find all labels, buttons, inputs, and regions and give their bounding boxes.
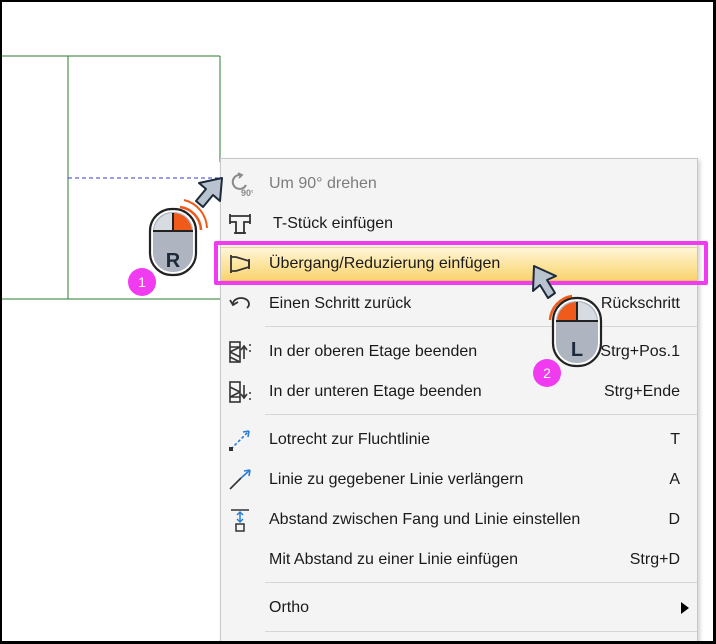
menu-item-shortcut: Strg+Pos.1 <box>600 343 680 360</box>
menu-item-label: Um 90° drehen <box>269 175 377 192</box>
menu-item-shortcut: Strg+Ende <box>603 383 680 400</box>
menu-item-label: Linie zu gegebener Linie verlängern <box>269 471 524 488</box>
menu-item-rotate-90: 90° Um 90° drehen <box>221 167 697 201</box>
menu-item-t-piece[interactable]: T-Stück einfügen <box>221 207 697 241</box>
menu-item-shortcut: T <box>670 431 680 448</box>
menu-separator <box>265 631 697 632</box>
extend-line-icon <box>227 467 253 493</box>
menu-item-label: Ortho <box>269 599 310 616</box>
upper-floor-icon <box>227 339 253 365</box>
menu-item-label: T-Stück einfügen <box>273 215 394 232</box>
menu-item-lower-floor[interactable]: In der unteren Etage beenden Strg+Ende <box>221 375 697 409</box>
menu-separator <box>265 414 697 415</box>
rotate-90-icon: 90° <box>227 171 253 197</box>
menu-item-insert-with-distance[interactable]: Mit Abstand zu einer Linie einfügen Strg… <box>221 543 697 577</box>
menu-item-label: In der unteren Etage beenden <box>269 383 482 400</box>
menu-item-upper-floor[interactable]: In der oberen Etage beenden Strg+Pos.1 <box>221 335 697 369</box>
highlight-frame <box>214 241 708 285</box>
menu-separator <box>265 326 697 327</box>
undo-icon <box>227 291 253 317</box>
submenu-arrow-icon <box>681 602 689 614</box>
perpendicular-icon <box>227 427 253 453</box>
svg-text:90°: 90° <box>241 188 253 197</box>
menu-item-extend-line[interactable]: Linie zu gegebener Linie verlängern A <box>221 463 697 497</box>
menu-item-perpendicular[interactable]: Lotrecht zur Fluchtlinie T <box>221 423 697 457</box>
window-frame: 90° Um 90° drehen T-Stück einfügen Ü <box>0 0 716 644</box>
menu-item-shortcut: Strg+D <box>629 551 680 568</box>
lower-floor-icon <box>227 379 253 405</box>
step-badge: 1 <box>128 268 156 296</box>
menu-item-undo[interactable]: Einen Schritt zurück Rückschritt <box>221 287 697 321</box>
menu-item-shortcut: A <box>669 471 680 488</box>
menu-item-shortcut: Rückschritt <box>600 295 680 312</box>
menu-item-label: Lotrecht zur Fluchtlinie <box>269 431 430 448</box>
menu-item-set-distance[interactable]: Abstand zwischen Fang und Linie einstell… <box>221 503 697 537</box>
menu-item-label: In der oberen Etage beenden <box>269 343 478 360</box>
menu-item-label: Mit Abstand zu einer Linie einfügen <box>269 551 519 568</box>
menu-separator <box>265 582 697 583</box>
distance-icon <box>227 507 253 533</box>
menu-item-ortho[interactable]: Ortho <box>221 591 697 625</box>
menu-item-label: Abstand zwischen Fang und Linie einstell… <box>269 511 581 528</box>
menu-item-label: Einen Schritt zurück <box>269 295 412 312</box>
t-piece-icon <box>227 211 253 237</box>
context-menu: 90° Um 90° drehen T-Stück einfügen Ü <box>220 158 698 641</box>
step-badge: 2 <box>533 359 561 387</box>
menu-item-shortcut: D <box>668 511 680 528</box>
